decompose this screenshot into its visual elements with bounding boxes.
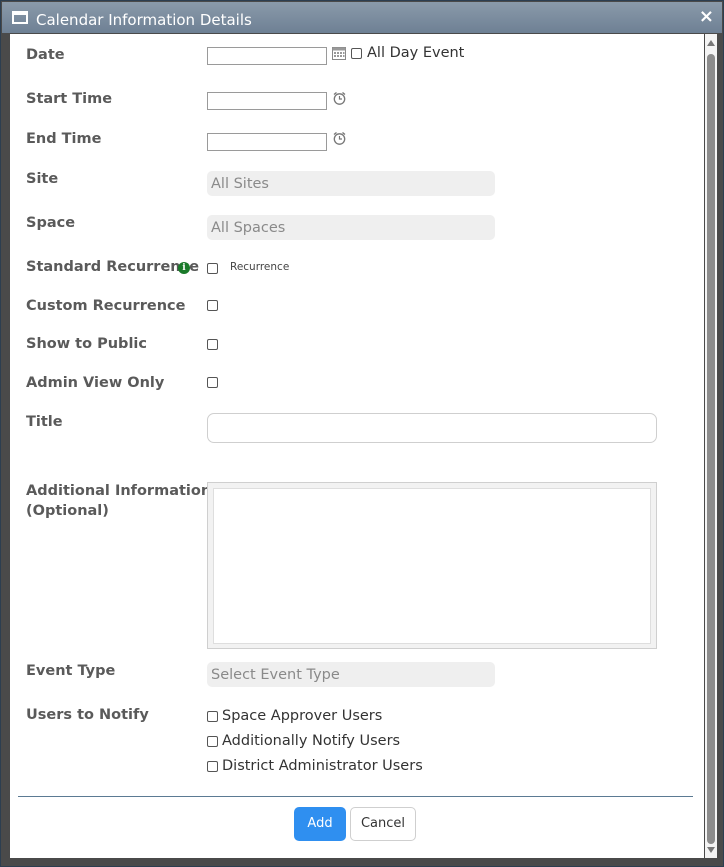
start-time-input[interactable] bbox=[207, 92, 327, 110]
admin-view-label: Admin View Only bbox=[26, 375, 165, 391]
alarm-clock-icon[interactable] bbox=[332, 131, 347, 146]
show-public-checkbox[interactable] bbox=[207, 339, 218, 350]
users-notify-label: Users to Notify bbox=[26, 707, 149, 723]
window-icon bbox=[12, 11, 28, 24]
notify-option-label: District Administrator Users bbox=[222, 758, 423, 774]
all-day-checkbox[interactable] bbox=[351, 48, 362, 59]
calendar-icon[interactable] bbox=[332, 47, 346, 60]
end-time-label: End Time bbox=[26, 131, 102, 147]
alarm-clock-icon[interactable] bbox=[332, 91, 347, 106]
space-select[interactable]: All Spaces bbox=[207, 215, 495, 240]
date-label: Date bbox=[26, 47, 65, 63]
site-select[interactable]: All Sites bbox=[207, 171, 495, 196]
title-bar: Calendar Information Details × bbox=[2, 2, 722, 33]
additional-info-optional-label: (Optional) bbox=[26, 503, 109, 519]
standard-recurrence-label: Standard Recurrence bbox=[26, 259, 200, 275]
additional-info-textarea[interactable] bbox=[213, 488, 651, 644]
scrollbar-thumb[interactable] bbox=[707, 54, 715, 844]
dialog-content: Date All Day Event Start Time End Time S… bbox=[10, 34, 717, 858]
custom-recurrence-checkbox[interactable] bbox=[207, 300, 218, 311]
dialog-title: Calendar Information Details bbox=[36, 11, 252, 29]
standard-recurrence-checkbox[interactable] bbox=[207, 263, 218, 274]
start-time-label: Start Time bbox=[26, 91, 113, 107]
admin-view-checkbox[interactable] bbox=[207, 377, 218, 388]
scroll-down-arrow-icon[interactable] bbox=[707, 847, 715, 853]
recurrence-label: Recurrence bbox=[230, 261, 290, 273]
cancel-button[interactable]: Cancel bbox=[350, 807, 416, 841]
space-label: Space bbox=[26, 215, 76, 231]
additional-info-textarea-frame bbox=[207, 482, 657, 649]
scroll-up-arrow-icon[interactable] bbox=[707, 40, 715, 46]
notify-option-checkbox[interactable] bbox=[207, 761, 218, 772]
site-label: Site bbox=[26, 171, 59, 187]
info-icon[interactable]: i bbox=[178, 262, 190, 274]
close-button[interactable]: × bbox=[699, 8, 714, 26]
date-input[interactable] bbox=[207, 47, 327, 65]
event-type-label: Event Type bbox=[26, 663, 116, 679]
event-type-select[interactable]: Select Event Type bbox=[207, 662, 495, 687]
vertical-scrollbar[interactable] bbox=[705, 34, 717, 858]
show-public-label: Show to Public bbox=[26, 336, 147, 352]
end-time-input[interactable] bbox=[207, 133, 327, 151]
add-button[interactable]: Add bbox=[294, 807, 346, 841]
custom-recurrence-label: Custom Recurrence bbox=[26, 298, 186, 314]
calendar-dialog: Calendar Information Details × Date All … bbox=[0, 0, 724, 867]
notify-option-checkbox[interactable] bbox=[207, 736, 218, 747]
notify-option-checkbox[interactable] bbox=[207, 711, 218, 722]
notify-option-label: Space Approver Users bbox=[222, 708, 383, 724]
notify-option-label: Additionally Notify Users bbox=[222, 733, 401, 749]
additional-info-label: Additional Information bbox=[26, 483, 212, 499]
title-label: Title bbox=[26, 414, 63, 430]
title-input[interactable] bbox=[207, 413, 657, 443]
all-day-label: All Day Event bbox=[367, 45, 465, 61]
footer-divider bbox=[18, 796, 693, 797]
